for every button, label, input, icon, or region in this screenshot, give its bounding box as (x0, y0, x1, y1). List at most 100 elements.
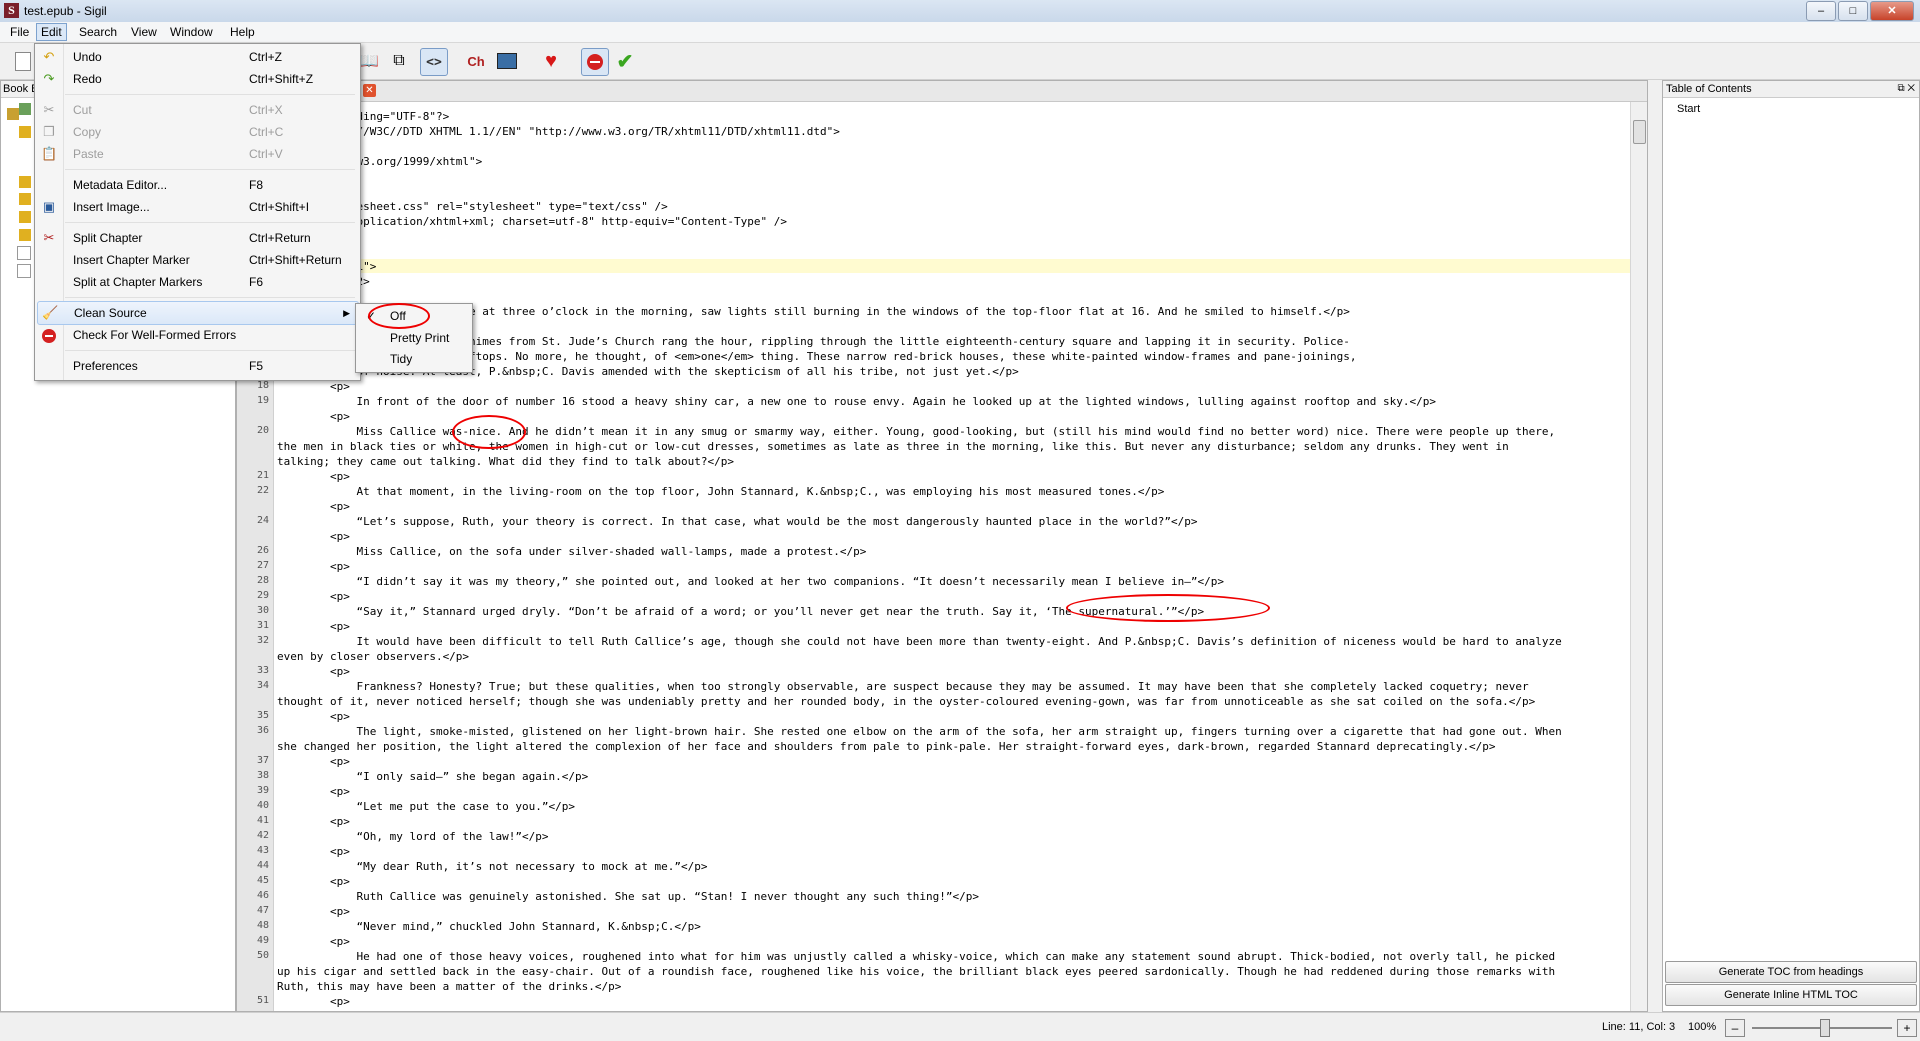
menu-item-copy[interactable]: ❐ Copy Ctrl+C (37, 121, 357, 143)
code-line[interactable]: “Never mind,” chuckled John Stannard, K.… (277, 920, 700, 933)
menu-item-split-at-markers[interactable]: Split at Chapter Markers F6 (37, 271, 357, 293)
minimize-button[interactable]: – (1806, 1, 1836, 21)
code-line[interactable]: <p> (277, 590, 350, 603)
toc-item-start[interactable]: Start (1677, 103, 1700, 115)
code-line[interactable]: <p> (277, 755, 350, 768)
validate-checkmark-icon[interactable]: ✔ (612, 48, 638, 74)
folder-icon[interactable] (7, 108, 19, 120)
menu-item-preferences[interactable]: Preferences F5 (37, 355, 357, 377)
split-view-icon[interactable]: ⧉ (386, 48, 412, 74)
code-line[interactable]: At that moment, in the living-room on th… (277, 485, 1164, 498)
submenu-item-pretty-print[interactable]: Pretty Print (358, 328, 468, 349)
code-editor[interactable]: ✕ n="1.0" encoding="UTF-8"?> ml PUBLIC "-… (236, 80, 1648, 1012)
folder-icon[interactable] (19, 176, 31, 188)
folder-icon[interactable] (19, 103, 31, 115)
menu-window[interactable]: Window (166, 24, 217, 40)
code-line[interactable]: “I didn’t say it was my theory,” she poi… (277, 575, 1224, 588)
zoom-in-button[interactable]: + (1897, 1019, 1917, 1037)
generate-toc-button[interactable]: Generate TOC from headings (1665, 961, 1917, 983)
submenu-item-tidy[interactable]: Tidy (358, 349, 468, 370)
code-line[interactable]: ml PUBLIC "-//W3C//DTD XHTML 1.1//EN" "h… (277, 125, 840, 138)
folder-icon[interactable] (19, 211, 31, 223)
float-panel-icon[interactable]: ⧉ ✕ (1897, 81, 1915, 97)
folder-icon[interactable] (19, 193, 31, 205)
menu-item-insert-chapter-marker[interactable]: Insert Chapter Marker Ctrl+Shift+Return (37, 249, 357, 271)
code-line[interactable]: thought of it, never noticed herself; th… (277, 695, 1535, 708)
code-line[interactable]: <p> (277, 470, 350, 483)
code-line[interactable]: <p> (277, 995, 350, 1008)
code-line[interactable]: The light, smoke-misted, glistened on he… (277, 725, 1561, 738)
code-line[interactable]: <p> (277, 500, 350, 513)
new-file-icon[interactable] (10, 48, 36, 74)
folder-icon[interactable] (19, 126, 31, 138)
menu-help[interactable]: Help (226, 24, 259, 40)
menu-item-metadata-editor[interactable]: Metadata Editor... F8 (37, 174, 357, 196)
tab-close-icon[interactable]: ✕ (363, 84, 376, 97)
code-line[interactable]: she changed her position, the light alte… (277, 740, 1496, 753)
code-line[interactable]: <p> (277, 905, 350, 918)
scissors-icon: ✂ (43, 102, 55, 117)
code-line[interactable]: “Oh, my lord of the law!”</p> (277, 830, 548, 843)
insert-image-toolbar-icon[interactable] (494, 48, 520, 74)
menu-file[interactable]: File (6, 24, 33, 40)
code-line[interactable]: <p> (277, 560, 350, 573)
menu-item-insert-image[interactable]: ▣ Insert Image... Ctrl+Shift+I (37, 196, 357, 218)
menu-item-undo[interactable]: ↶ Undo Ctrl+Z (37, 46, 357, 68)
code-line[interactable]: He had one of those heavy voices, roughe… (277, 950, 1555, 963)
code-line[interactable]: <p> (277, 710, 350, 723)
spellcheck-icon[interactable]: Ch (463, 48, 489, 74)
code-line[interactable]: Frankness? Honesty? True; but these qual… (277, 680, 1528, 693)
code-line[interactable]: Ruth, this may have been a matter of the… (277, 980, 621, 993)
code-line[interactable]: <p> (277, 785, 350, 798)
code-line[interactable]: up his cigar and settled back in the eas… (277, 965, 1555, 978)
file-icon[interactable] (17, 264, 31, 278)
menu-search[interactable]: Search (75, 24, 121, 40)
code-area[interactable]: n="1.0" encoding="UTF-8"?> ml PUBLIC "-//… (257, 102, 1647, 1011)
scrollbar-thumb[interactable] (1633, 120, 1646, 144)
code-line[interactable]: <p> (277, 410, 350, 423)
menu-edit[interactable]: Edit (36, 23, 67, 41)
code-line[interactable]: talking; they came out talking. What did… (277, 455, 734, 468)
file-icon[interactable] (17, 246, 31, 260)
menu-item-check-well-formed[interactable]: Check For Well-Formed Errors (37, 324, 357, 346)
zoom-slider-handle[interactable] (1820, 1019, 1830, 1037)
code-line[interactable]: <p> (277, 665, 350, 678)
toc-panel-header: Table of Contents ⧉ ✕ (1663, 81, 1919, 98)
code-line[interactable]: “Let’s suppose, Ruth, your theory is cor… (277, 515, 1197, 528)
code-line[interactable]: <p> (277, 815, 350, 828)
well-formed-check-icon[interactable] (581, 48, 609, 76)
line-number: 28 (256, 575, 269, 586)
code-line[interactable]: In front of the door of number 16 stood … (277, 395, 1435, 408)
code-line[interactable]: <p> (277, 620, 350, 633)
menu-item-cut[interactable]: ✂ Cut Ctrl+X (37, 99, 357, 121)
generate-inline-toc-button[interactable]: Generate Inline HTML TOC (1665, 984, 1917, 1006)
code-line[interactable]: “My dear Ruth, it’s not necessary to moc… (277, 860, 707, 873)
code-line[interactable]: Miss Callice, on the sofa under silver-s… (277, 545, 866, 558)
code-line[interactable]: <p> (277, 530, 350, 543)
menu-item-redo[interactable]: ↷ Redo Ctrl+Shift+Z (37, 68, 357, 90)
code-line[interactable]: <p> (277, 875, 350, 888)
folder-icon[interactable] (19, 229, 31, 241)
code-line[interactable]: <p> (277, 935, 350, 948)
code-view-icon[interactable]: <> (420, 48, 448, 76)
close-window-button[interactable]: ✕ (1870, 1, 1914, 21)
vertical-scrollbar[interactable] (1630, 102, 1647, 1011)
code-line[interactable]: “Let me put the case to you.”</p> (277, 800, 575, 813)
zoom-out-button[interactable]: – (1725, 1019, 1745, 1037)
menu-item-split-chapter[interactable]: ✂ Split Chapter Ctrl+Return (37, 227, 357, 249)
menu-item-paste[interactable]: 📋 Paste Ctrl+V (37, 143, 357, 165)
line-number: 18 (256, 380, 269, 391)
menu-item-clean-source[interactable]: 🧹 Clean Source ▶ (37, 301, 359, 325)
code-line[interactable]: It would have been difficult to tell Rut… (277, 635, 1561, 648)
code-line[interactable]: even by closer observers.</p> (277, 650, 469, 663)
code-line[interactable]: Ruth Callice was genuinely astonished. S… (277, 890, 979, 903)
line-number: 50 (256, 950, 269, 961)
code-line[interactable]: “I only said—” she began again.</p> (277, 770, 588, 783)
maximize-button[interactable]: □ (1838, 1, 1868, 21)
donate-heart-icon[interactable]: ♥ (538, 48, 564, 74)
line-number: 35 (256, 710, 269, 721)
code-line[interactable]: <p> (277, 845, 350, 858)
code-line[interactable]: <p> (277, 380, 350, 393)
menu-view[interactable]: View (127, 24, 161, 40)
line-number: 51 (256, 995, 269, 1006)
